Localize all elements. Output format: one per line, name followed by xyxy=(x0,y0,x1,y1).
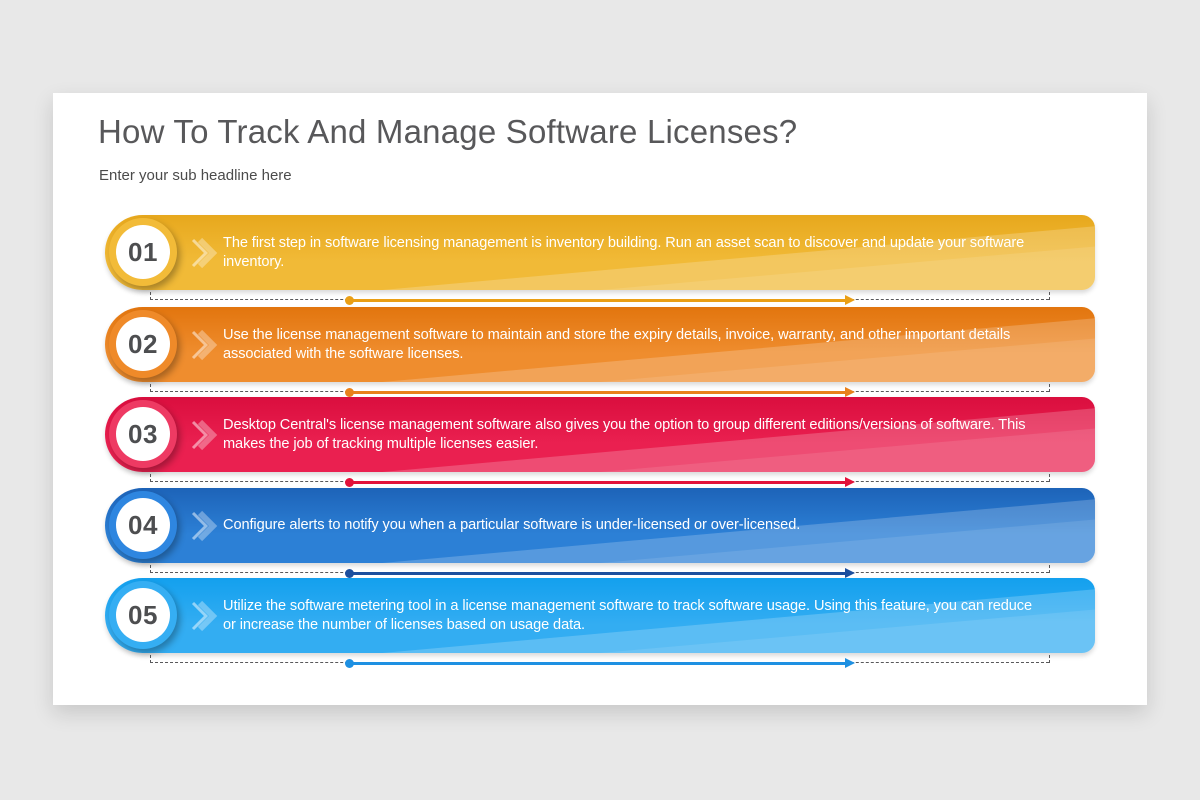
step-text: Use the license management software to m… xyxy=(223,307,1035,382)
step-number-badge: 05 xyxy=(109,581,177,649)
step-number-circle: 02 xyxy=(116,317,170,371)
step-text: Utilize the software metering tool in a … xyxy=(223,578,1035,653)
step-text-content: Desktop Central's license management sof… xyxy=(223,416,1026,452)
connector-tick-right xyxy=(1049,292,1050,300)
slide-card: How To Track And Manage Software License… xyxy=(53,93,1147,705)
step-text: The first step in software licensing man… xyxy=(223,215,1035,290)
step-row-5: 05 Utilize the software metering tool in… xyxy=(53,578,1147,678)
connector-tick-right xyxy=(1049,565,1050,573)
step-number-badge: 04 xyxy=(109,491,177,559)
connector-tick-right xyxy=(1049,474,1050,482)
chevron-right-icon xyxy=(191,419,218,451)
chevron-right-icon xyxy=(191,600,218,632)
step-number: 02 xyxy=(128,328,158,359)
step-text-content: The first step in software licensing man… xyxy=(223,234,1025,270)
step-number-circle: 03 xyxy=(116,407,170,461)
step-number-circle: 04 xyxy=(116,498,170,552)
chevron-right-icon xyxy=(191,329,218,361)
step-number: 01 xyxy=(128,236,158,267)
step-number-circle: 05 xyxy=(116,588,170,642)
timeline-arrow-line xyxy=(345,476,855,487)
step-row-3: 03 Desktop Central's license management … xyxy=(53,397,1147,497)
timeline-arrow-line xyxy=(345,567,855,578)
step-text-content: Use the license management software to m… xyxy=(223,326,1011,362)
chevron-right-icon xyxy=(191,510,218,542)
step-number-circle: 01 xyxy=(116,225,170,279)
step-number-badge: 01 xyxy=(109,218,177,286)
step-text: Desktop Central's license management sof… xyxy=(223,397,1035,472)
step-number: 05 xyxy=(128,599,158,630)
timeline-arrow-line xyxy=(345,294,855,305)
page-subtitle: Enter your sub headline here xyxy=(99,167,292,184)
step-text: Configure alerts to notify you when a pa… xyxy=(223,488,1035,563)
step-number: 03 xyxy=(128,418,158,449)
chevron-right-icon xyxy=(191,237,218,269)
page-title: How To Track And Manage Software License… xyxy=(98,113,798,150)
connector-tick-right xyxy=(1049,384,1050,392)
step-number-badge: 02 xyxy=(109,310,177,378)
step-row-1: 01 The first step in software licensing … xyxy=(53,215,1147,315)
timeline-arrow-line xyxy=(345,657,855,668)
connector-tick-right xyxy=(1049,655,1050,663)
step-text-content: Configure alerts to notify you when a pa… xyxy=(223,517,801,533)
step-number: 04 xyxy=(128,509,158,540)
step-text-content: Utilize the software metering tool in a … xyxy=(223,597,1033,633)
timeline-arrow-line xyxy=(345,386,855,397)
step-number-badge: 03 xyxy=(109,400,177,468)
step-row-4: 04 Configure alerts to notify you when a… xyxy=(53,488,1147,588)
step-row-2: 02 Use the license management software t… xyxy=(53,307,1147,407)
